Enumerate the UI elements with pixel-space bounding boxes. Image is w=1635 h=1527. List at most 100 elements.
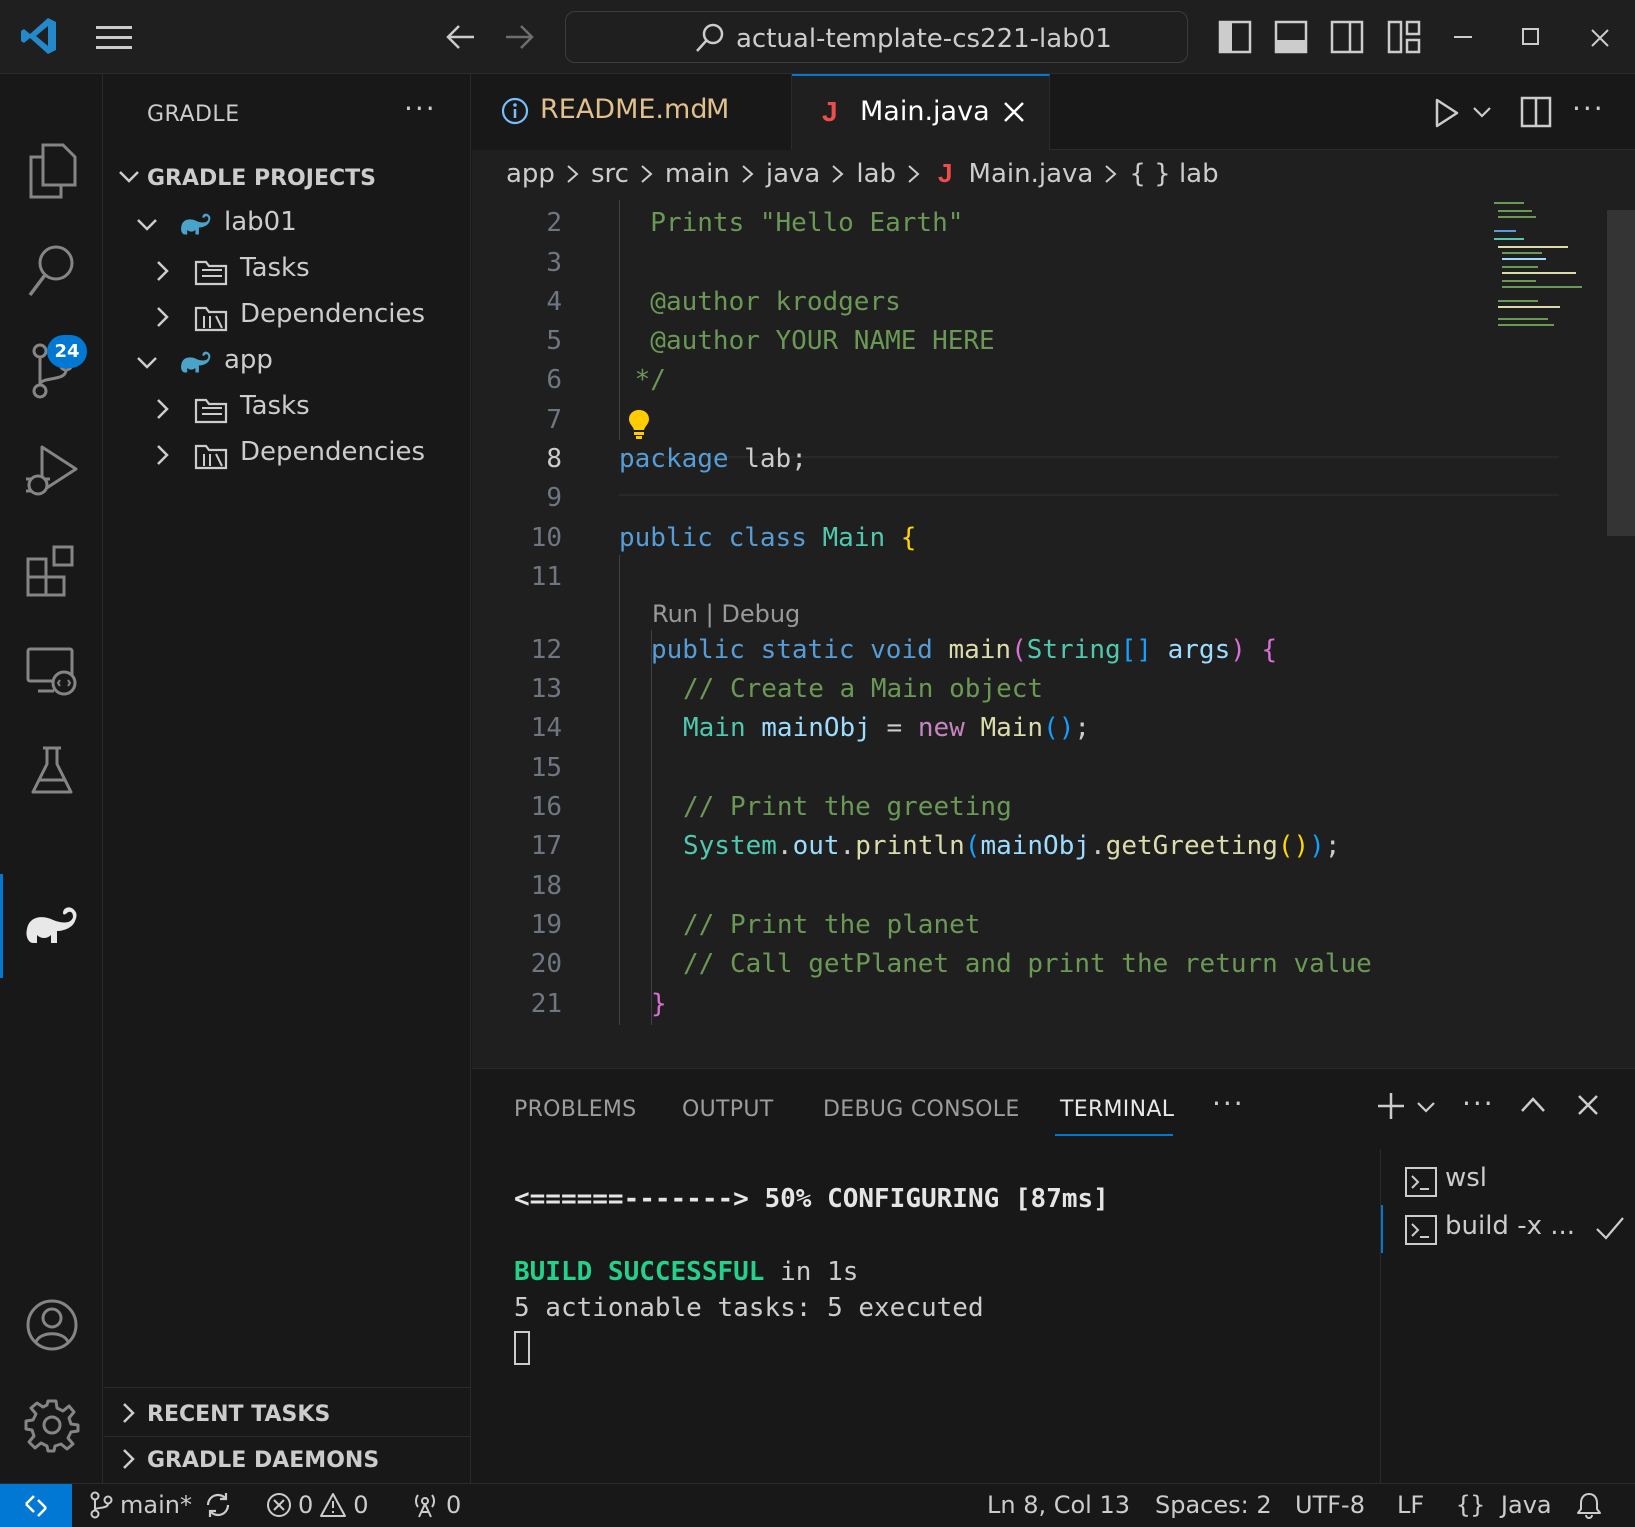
line-number: 14 xyxy=(530,713,562,743)
search-icon[interactable] xyxy=(0,226,103,316)
remote-explorer-icon[interactable] xyxy=(0,626,103,716)
breadcrumb-item[interactable]: main xyxy=(665,159,730,189)
tree-item-lab01[interactable]: lab01 xyxy=(104,202,471,248)
maximize-panel-icon[interactable] xyxy=(1520,1095,1546,1113)
breadcrumb-item[interactable]: src xyxy=(591,159,629,189)
language-mode[interactable]: {} Java xyxy=(1456,1491,1552,1519)
codelens-run-debug[interactable]: Run | Debug xyxy=(652,600,800,628)
run-java-icon[interactable] xyxy=(1434,98,1460,128)
toggle-primary-sidebar-icon[interactable] xyxy=(1218,20,1252,54)
tab-problems[interactable]: PROBLEMS xyxy=(514,1097,636,1122)
tab-output[interactable]: OUTPUT xyxy=(682,1097,773,1122)
lightbulb-icon[interactable] xyxy=(627,408,651,440)
gradle-icon[interactable] xyxy=(0,880,103,970)
tree-item-app[interactable]: app xyxy=(104,340,471,386)
extensions-icon[interactable] xyxy=(0,526,103,616)
problems-item[interactable]: 0 0 xyxy=(266,1491,369,1519)
java-file-icon: J xyxy=(938,158,953,188)
terminal-more-actions-icon[interactable]: ··· xyxy=(1462,1087,1495,1120)
activity-bar: 24 xyxy=(0,74,103,1483)
close-panel-icon[interactable] xyxy=(1576,1093,1600,1117)
chevron-right-icon xyxy=(150,258,176,284)
tab-terminal[interactable]: TERMINAL xyxy=(1060,1097,1174,1122)
token-text: lab; xyxy=(728,444,807,474)
split-editor-icon[interactable] xyxy=(1520,96,1552,128)
tree-item-dependencies[interactable]: Dependencies xyxy=(104,432,471,478)
info-icon xyxy=(500,96,530,126)
chevron-down-icon[interactable] xyxy=(1472,106,1492,120)
end-of-line[interactable]: LF xyxy=(1397,1491,1424,1519)
token-text: . xyxy=(839,831,856,861)
testing-icon[interactable] xyxy=(0,726,103,816)
breadcrumb-item[interactable]: java xyxy=(766,159,820,189)
section-gradle-projects[interactable]: GRADLE PROJECTS xyxy=(104,156,471,202)
editor-more-actions-icon[interactable]: ··· xyxy=(1572,92,1605,125)
indent-guide xyxy=(651,630,652,1025)
token-variable: mainObj xyxy=(761,713,871,743)
chevron-down-icon[interactable] xyxy=(1416,1101,1436,1115)
search-icon xyxy=(694,22,726,54)
sync-icon[interactable] xyxy=(204,1491,232,1519)
remote-indicator[interactable] xyxy=(0,1484,72,1527)
breadcrumb-item[interactable]: Main.java xyxy=(969,159,1094,189)
encoding[interactable]: UTF-8 xyxy=(1295,1491,1365,1519)
warning-count: 0 xyxy=(353,1491,369,1519)
terminal-progress-line: <======-------> 50% CONFIGURING [87ms] xyxy=(514,1184,1109,1214)
tab-debug-console[interactable]: DEBUG CONSOLE xyxy=(823,1097,1020,1122)
arrow-right-icon[interactable] xyxy=(502,22,536,52)
breadcrumb-item[interactable]: { } lab xyxy=(1129,159,1218,189)
breadcrumb-item[interactable]: app xyxy=(506,159,555,189)
manage-gear-icon[interactable] xyxy=(0,1380,103,1470)
tree-item-label: Tasks xyxy=(240,391,310,421)
code-line: } xyxy=(651,989,667,1019)
terminal-cursor xyxy=(514,1331,530,1365)
code-line: // Create a Main object xyxy=(683,674,1044,704)
toggle-secondary-sidebar-icon[interactable] xyxy=(1330,20,1364,54)
chevron-right-icon xyxy=(1103,161,1119,187)
vscode-logo-icon xyxy=(20,16,58,56)
breadcrumb-item[interactable]: lab xyxy=(856,159,896,189)
arrow-left-icon[interactable] xyxy=(444,22,478,52)
ports-item[interactable]: 0 xyxy=(410,1491,461,1519)
terminal-item-build[interactable]: build -x ... xyxy=(1381,1205,1635,1253)
line-number: 2 xyxy=(546,208,562,238)
panel-more-icon[interactable]: ··· xyxy=(1212,1087,1245,1120)
section-gradle-daemons[interactable]: GRADLE DAEMONS xyxy=(104,1438,471,1484)
tab-main-java[interactable]: J Main.java xyxy=(792,74,1050,150)
maximize-icon[interactable] xyxy=(1522,28,1540,46)
line-number: 11 xyxy=(530,562,562,592)
customize-layout-icon[interactable] xyxy=(1387,20,1421,54)
check-icon xyxy=(1595,1215,1625,1241)
cursor-position[interactable]: Ln 8, Col 13 xyxy=(987,1491,1130,1519)
minimap[interactable] xyxy=(1490,200,1610,340)
tree-item-dependencies[interactable]: Dependencies xyxy=(104,294,471,340)
modified-badge: M xyxy=(706,94,730,125)
menu-hamburger-icon[interactable] xyxy=(96,25,134,51)
notifications-bell-icon[interactable] xyxy=(1576,1491,1602,1519)
explorer-icon[interactable] xyxy=(0,126,103,216)
indentation[interactable]: Spaces: 2 xyxy=(1155,1491,1272,1519)
toggle-panel-icon[interactable] xyxy=(1274,20,1308,54)
token-function: println xyxy=(855,831,965,861)
close-tab-icon[interactable] xyxy=(1002,100,1026,124)
tab-readme[interactable]: README.md M xyxy=(472,74,792,150)
code-line: @author YOUR NAME HERE xyxy=(619,326,995,356)
minimize-icon[interactable] xyxy=(1454,36,1474,40)
terminal-item-wsl[interactable]: wsl xyxy=(1381,1157,1635,1205)
new-terminal-icon[interactable] xyxy=(1376,1091,1406,1121)
tree-item-tasks[interactable]: Tasks xyxy=(104,386,471,432)
git-branch-icon xyxy=(88,1491,114,1519)
section-recent-tasks[interactable]: RECENT TASKS xyxy=(104,1392,471,1438)
accounts-icon[interactable] xyxy=(0,1280,103,1370)
token-keyword: public xyxy=(651,635,745,665)
tree-item-tasks[interactable]: Tasks xyxy=(104,248,471,294)
git-branch-item[interactable]: main* xyxy=(88,1491,192,1519)
dependencies-icon xyxy=(194,440,228,470)
command-center-search[interactable]: actual-template-cs221-lab01 xyxy=(565,11,1188,63)
code-editor[interactable]: 2 3 4 5 6 7 8 9 10 11 12 13 14 15 16 17 … xyxy=(472,200,1635,1068)
run-debug-icon[interactable] xyxy=(0,426,103,516)
tree-item-label: Dependencies xyxy=(240,299,426,329)
close-window-icon[interactable] xyxy=(1590,28,1610,48)
editor-scrollbar[interactable] xyxy=(1607,210,1635,536)
sidebar-more-actions[interactable]: ··· xyxy=(404,92,437,125)
